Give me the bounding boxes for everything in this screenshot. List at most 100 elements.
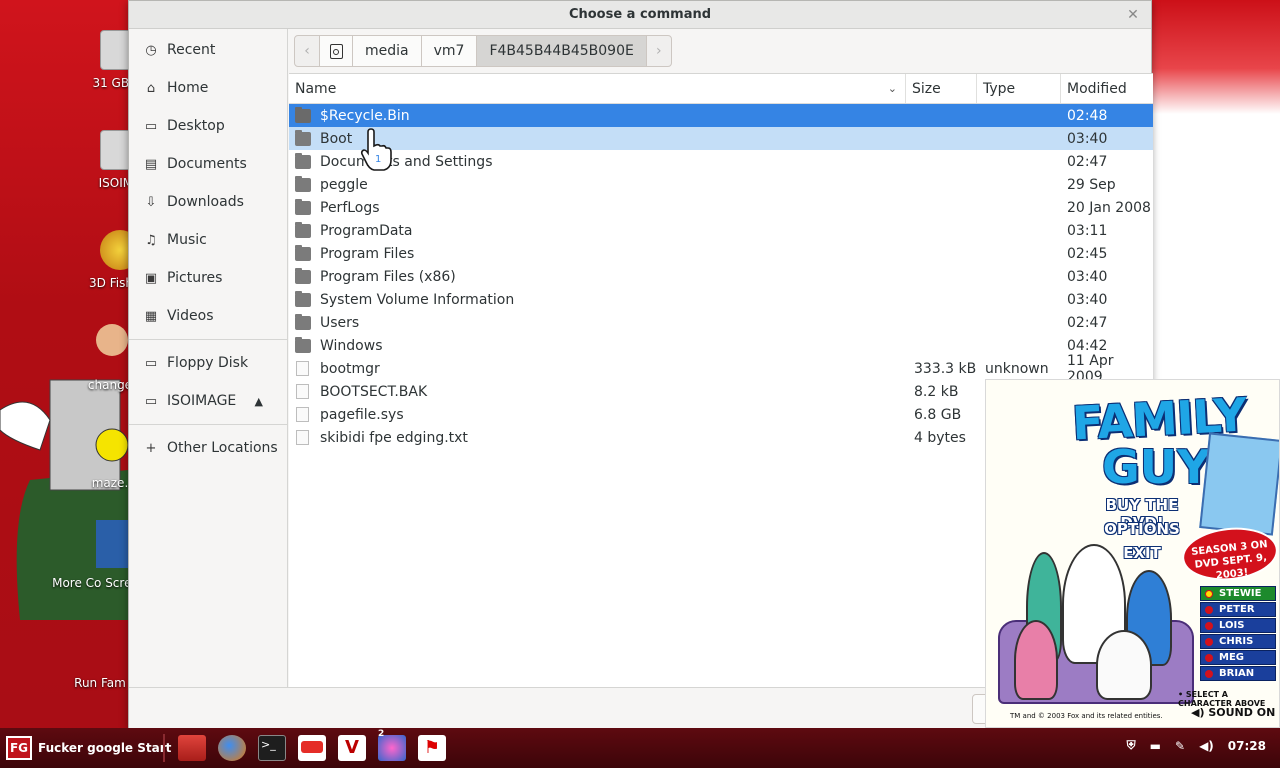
- column-header-name[interactable]: Name ⌄: [289, 74, 906, 103]
- character-meg[interactable]: MEG: [1200, 650, 1276, 665]
- file-modified-cell: 04:42: [1067, 337, 1108, 354]
- eject-icon[interactable]: ▲: [255, 395, 263, 408]
- sidebar-item-label: Music: [167, 232, 207, 248]
- file-row[interactable]: Program Files (x86) 03:40: [289, 265, 1153, 288]
- file-row[interactable]: ProgramData 03:11: [289, 219, 1153, 242]
- volume-icon[interactable]: ◀): [1199, 739, 1214, 753]
- drive-icon: ▭: [144, 393, 158, 409]
- column-header-type[interactable]: Type: [977, 74, 1061, 103]
- path-segment-current[interactable]: F4B45B44B45B090E: [476, 35, 647, 67]
- file-name-cell: Users: [289, 313, 906, 331]
- character-stewie[interactable]: STEWIE: [1200, 586, 1276, 601]
- radio-dot-icon: [1205, 605, 1213, 614]
- game-icon[interactable]: 2: [378, 729, 406, 761]
- path-root-button[interactable]: [319, 35, 353, 67]
- sound-toggle[interactable]: ◀) SOUND ON: [1191, 706, 1275, 719]
- radio-dot-icon: [1205, 621, 1213, 630]
- path-back-button[interactable]: ‹: [294, 35, 320, 67]
- chevron-down-icon: ⌄: [887, 82, 897, 95]
- file-row[interactable]: peggle 29 Sep: [289, 173, 1153, 196]
- dialog-titlebar[interactable]: Choose a command ✕: [129, 1, 1151, 29]
- sidebar-item-downloads[interactable]: ⇩ Downloads: [129, 183, 287, 221]
- sidebar-item-label: ISOIMAGE: [167, 393, 237, 409]
- character-lois[interactable]: LOIS: [1200, 618, 1276, 633]
- video-icon: ▦: [144, 308, 158, 324]
- path-forward-button[interactable]: ›: [645, 35, 672, 67]
- sidebar-item-other-locations[interactable]: + Other Locations: [129, 429, 287, 467]
- sidebar-item-home[interactable]: ⌂ Home: [129, 69, 287, 107]
- desktop-wallpaper-right: [1152, 0, 1280, 380]
- folder-icon: [295, 106, 311, 123]
- file-icon: [296, 384, 309, 399]
- sidebar-item-desktop[interactable]: ▭ Desktop: [129, 107, 287, 145]
- radio-dot-icon: [1205, 589, 1213, 598]
- folder-icon: [295, 221, 311, 238]
- keyboard-icon[interactable]: ▬: [1150, 739, 1161, 753]
- ribbon-app-icon[interactable]: ⚑: [418, 735, 446, 761]
- file-row[interactable]: System Volume Information 03:40: [289, 288, 1153, 311]
- shield-icon[interactable]: ⛨: [1127, 738, 1136, 753]
- start-logo-icon: FG: [6, 736, 32, 760]
- sidebar-item-videos[interactable]: ▦ Videos: [129, 297, 287, 335]
- brian-art: [1096, 630, 1152, 700]
- start-button[interactable]: FG Fucker google Start: [6, 736, 171, 760]
- file-row[interactable]: Boot 03:40: [289, 127, 1153, 150]
- close-icon[interactable]: ✕: [1123, 5, 1143, 25]
- sidebar-item-documents[interactable]: ▤ Documents: [129, 145, 287, 183]
- column-header-size[interactable]: Size: [906, 74, 977, 103]
- file-icon: [296, 407, 309, 422]
- sidebar-item-recent[interactable]: ◷ Recent: [129, 31, 287, 69]
- file-modified-cell: 03:11: [1067, 222, 1108, 239]
- sidebar-item-label: Desktop: [167, 118, 225, 134]
- character-peter[interactable]: PETER: [1200, 602, 1276, 617]
- character-chris[interactable]: CHRIS: [1200, 634, 1276, 649]
- sidebar-divider: [129, 424, 287, 425]
- places-sidebar: ◷ Recent ⌂ Home ▭ Desktop ▤ Documents ⇩ …: [129, 29, 288, 687]
- sidebar-item-label: Documents: [167, 156, 247, 172]
- file-manager-icon[interactable]: [178, 735, 206, 761]
- download-icon: ⇩: [145, 194, 157, 210]
- file-name-cell: PerfLogs: [289, 198, 906, 216]
- sidebar-item-label: Recent: [167, 42, 216, 58]
- dvd-box-art: [1199, 432, 1279, 536]
- radio-dot-icon: [1205, 653, 1213, 662]
- radio-dot-icon: [1205, 669, 1213, 678]
- family-guy-logo-line2: GUY: [1102, 440, 1211, 494]
- taskbar: FG Fucker google Start >_ V 2 ⚑ ⛨ ▬ ✎ ◀)…: [0, 728, 1280, 768]
- path-segment-vm7[interactable]: vm7: [420, 35, 478, 67]
- clock[interactable]: 07:28: [1228, 739, 1266, 753]
- file-row[interactable]: $Recycle.Bin 02:48: [289, 104, 1153, 127]
- file-modified-cell: 29 Sep: [1067, 176, 1116, 193]
- file-row[interactable]: Windows 04:42: [289, 334, 1153, 357]
- options-button[interactable]: OPTIONS: [1082, 520, 1202, 538]
- terminal-icon[interactable]: >_: [258, 735, 286, 761]
- meg-art: [1014, 620, 1058, 700]
- file-modified-cell: 20 Jan 2008: [1067, 199, 1151, 216]
- youtube-icon[interactable]: [298, 735, 326, 761]
- file-row[interactable]: PerfLogs 20 Jan 2008: [289, 196, 1153, 219]
- character-brian[interactable]: BRIAN: [1200, 666, 1276, 681]
- file-row[interactable]: Users 02:47: [289, 311, 1153, 334]
- file-size-cell: 6.8 GB: [914, 406, 962, 423]
- file-row[interactable]: Documents and Settings 02:47: [289, 150, 1153, 173]
- pen-icon[interactable]: ✎: [1175, 739, 1185, 753]
- document-icon: ▤: [144, 156, 158, 172]
- folder-icon: [295, 175, 311, 192]
- file-name-cell: BOOTSECT.BAK: [289, 384, 906, 400]
- sidebar-item-isoimage[interactable]: ▭ ISOIMAGE ▲: [129, 382, 287, 420]
- firefox-icon[interactable]: [218, 735, 246, 761]
- file-row[interactable]: bootmgr 333.3 kB unknown 11 Apr 2009: [289, 353, 1153, 385]
- file-row[interactable]: Program Files 02:45: [289, 242, 1153, 265]
- sidebar-item-floppy-disk[interactable]: ▭ Floppy Disk: [129, 344, 287, 382]
- file-list-header: Name ⌄ Size Type Modified: [289, 74, 1153, 104]
- folder-icon: [295, 152, 311, 169]
- file-size-cell: 333.3 kB: [914, 360, 977, 377]
- column-header-modified[interactable]: Modified: [1061, 74, 1153, 103]
- file-name-cell: System Volume Information: [289, 290, 906, 308]
- vivaldi-icon[interactable]: V: [338, 735, 366, 761]
- sidebar-item-label: Other Locations: [167, 440, 278, 456]
- path-segment-media[interactable]: media: [352, 35, 422, 67]
- family-guy-popup[interactable]: FAMILY GUY BUY THE DVD! OPTIONS EXIT SEA…: [985, 379, 1280, 728]
- sidebar-item-music[interactable]: ♫ Music: [129, 221, 287, 259]
- sidebar-item-pictures[interactable]: ▣ Pictures: [129, 259, 287, 297]
